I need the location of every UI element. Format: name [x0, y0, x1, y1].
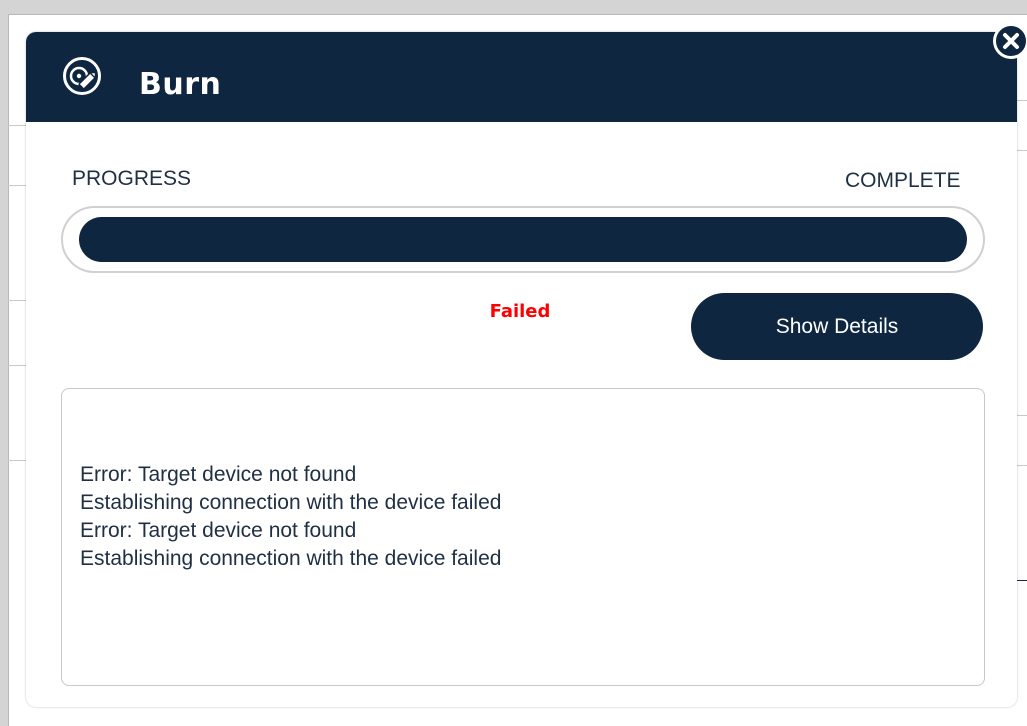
show-details-button[interactable]: Show Details: [691, 293, 983, 360]
background-divider: [8, 125, 26, 126]
progress-bar-fill: [79, 217, 967, 262]
log-output: Error: Target device not found Establish…: [61, 388, 985, 686]
background-divider: [8, 185, 26, 186]
disc-edit-icon: [62, 56, 102, 96]
log-line: Error: Target device not found: [80, 463, 357, 486]
log-line: Error: Target device not found: [80, 519, 357, 542]
background-divider: [8, 300, 26, 301]
background-divider: [1017, 150, 1027, 151]
background-divider: [1017, 580, 1027, 581]
background-divider: [1017, 100, 1027, 101]
background-divider: [8, 365, 26, 366]
burn-dialog: Burn PROGRESS COMPLETE Failed Show Detai…: [26, 32, 1017, 707]
close-icon: [994, 24, 1027, 58]
background-divider: [1017, 415, 1027, 416]
dialog-header: Burn: [26, 32, 1017, 122]
complete-label: COMPLETE: [845, 169, 961, 192]
close-button[interactable]: [993, 23, 1027, 59]
log-line: Establishing connection with the device …: [80, 547, 502, 570]
progress-bar: [61, 206, 985, 273]
background-divider: [1017, 465, 1027, 466]
progress-label: PROGRESS: [72, 167, 192, 190]
background-divider: [8, 460, 26, 461]
dialog-title: Burn: [139, 67, 222, 102]
status-text: Failed: [489, 301, 551, 322]
log-line: Establishing connection with the device …: [80, 491, 502, 514]
